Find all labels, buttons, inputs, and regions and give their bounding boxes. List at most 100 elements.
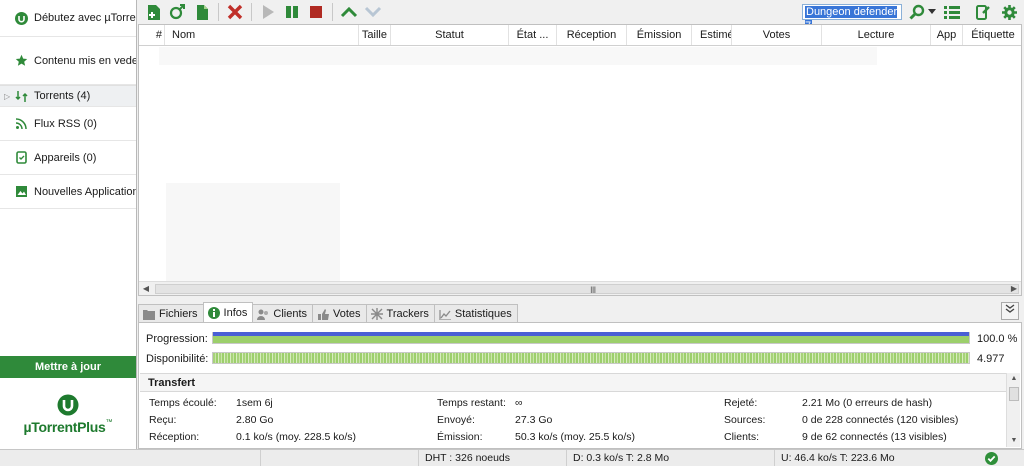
column-status[interactable]: Statut bbox=[391, 25, 509, 45]
stats-icon bbox=[438, 308, 451, 320]
info-panel: Progression: 100.0 % Disponibilité: 4.97… bbox=[138, 322, 1022, 449]
column-eta[interactable]: Estimé bbox=[692, 25, 732, 45]
stop-button[interactable] bbox=[304, 1, 328, 23]
scroll-right-icon[interactable]: ▶ bbox=[1007, 282, 1021, 296]
gear-icon bbox=[1001, 4, 1017, 20]
vertical-scrollbar[interactable]: ▲ ▼ bbox=[1006, 373, 1020, 447]
list-item[interactable] bbox=[159, 47, 877, 65]
files-icon bbox=[143, 308, 155, 320]
chevron-down-icon bbox=[928, 9, 936, 14]
search-button[interactable] bbox=[906, 1, 928, 23]
move-down-button[interactable] bbox=[361, 1, 385, 23]
stop-icon bbox=[310, 6, 322, 18]
toolbar: Dungeon defender 7 bbox=[138, 0, 1024, 32]
collapse-panel-button[interactable] bbox=[1001, 302, 1019, 320]
peers-icon bbox=[257, 308, 269, 320]
download-status[interactable]: D: 0.3 ko/s T: 2.8 Mo bbox=[566, 450, 774, 466]
toolbar-separator bbox=[251, 3, 252, 21]
start-icon bbox=[263, 5, 274, 19]
scroll-up-icon[interactable]: ▲ bbox=[1007, 373, 1021, 385]
tab-peers[interactable]: Clients bbox=[252, 304, 313, 323]
column-app[interactable]: App bbox=[931, 25, 963, 45]
trackers-icon bbox=[370, 308, 383, 320]
horizontal-scrollbar[interactable]: ◀ Ⅲ ▶ bbox=[139, 281, 1021, 295]
grip-icon: Ⅲ bbox=[590, 285, 597, 295]
start-button[interactable] bbox=[256, 1, 280, 23]
sidebar-item-torrents[interactable]: ▷ Torrents (4) bbox=[0, 85, 136, 107]
upload-value: 50.3 ko/s (moy. 25.5 ko/s) bbox=[515, 431, 636, 443]
remove-button[interactable] bbox=[223, 1, 247, 23]
progress-value: 100.0 % bbox=[977, 333, 1018, 345]
received-key: Reçu: bbox=[149, 414, 177, 426]
remaining-value: ∞ bbox=[515, 397, 523, 409]
column-name[interactable]: Nom bbox=[165, 25, 359, 45]
received-value: 2.80 Go bbox=[236, 414, 274, 426]
update-button[interactable]: Mettre à jour bbox=[0, 356, 136, 378]
sidebar: Débutez avec µTorrent Contenu mis en ved… bbox=[0, 0, 137, 466]
dht-status[interactable]: DHT : 326 noeuds bbox=[418, 450, 566, 466]
remove-icon bbox=[227, 4, 243, 20]
expand-arrow-icon[interactable]: ▷ bbox=[4, 92, 10, 101]
sent-key: Envoyé: bbox=[437, 414, 475, 426]
toolbar-separator bbox=[332, 3, 333, 21]
remote-button[interactable] bbox=[972, 1, 994, 23]
tab-label: Votes bbox=[333, 308, 361, 320]
sidebar-item-featured[interactable]: Contenu mis en vedette bbox=[0, 37, 136, 85]
search-dropdown[interactable] bbox=[926, 1, 938, 23]
elapsed-key: Temps écoulé: bbox=[149, 397, 217, 409]
sidebar-item-apps[interactable]: Nouvelles Applications bbox=[0, 175, 136, 209]
tab-statistics[interactable]: Statistiques bbox=[433, 304, 518, 323]
plus-brand-text: µTorrentPlus bbox=[23, 419, 106, 435]
availability-fill bbox=[213, 353, 969, 363]
column-state[interactable]: État ... bbox=[509, 25, 557, 45]
sidebar-item-devices[interactable]: Appareils (0) bbox=[0, 141, 136, 175]
move-up-button[interactable] bbox=[337, 1, 361, 23]
torrent-list[interactable]: # Nom Taille Statut État ... Réception É… bbox=[138, 24, 1022, 296]
sidebar-item-label: Flux RSS (0) bbox=[34, 117, 97, 130]
scroll-down-icon[interactable]: ▼ bbox=[1007, 435, 1021, 447]
column-upload[interactable]: Émission bbox=[627, 25, 692, 45]
list-header: # Nom Taille Statut État ... Réception É… bbox=[139, 25, 1021, 46]
column-playback[interactable]: Lecture bbox=[822, 25, 931, 45]
pause-button[interactable] bbox=[280, 1, 304, 23]
double-chevron-down-icon bbox=[1005, 304, 1015, 313]
scrollbar-thumb[interactable] bbox=[1009, 387, 1019, 401]
utorrent-plus-logo[interactable]: µTorrentPlus™ bbox=[0, 394, 136, 435]
settings-button[interactable] bbox=[998, 1, 1020, 23]
move-up-icon bbox=[340, 6, 358, 18]
column-label[interactable]: Étiquette bbox=[963, 25, 1023, 45]
remote-device-icon bbox=[976, 4, 990, 20]
tab-files[interactable]: Fichiers bbox=[138, 304, 204, 323]
list-item[interactable] bbox=[166, 183, 340, 281]
column-size[interactable]: Taille bbox=[359, 25, 391, 45]
scroll-left-icon[interactable]: ◀ bbox=[139, 282, 153, 296]
sidebar-item-label: Contenu mis en vedette bbox=[34, 54, 136, 67]
sidebar-item-rss[interactable]: Flux RSS (0) bbox=[0, 107, 136, 141]
column-votes[interactable]: Votes bbox=[732, 25, 822, 45]
tab-trackers[interactable]: Trackers bbox=[365, 304, 435, 323]
sidebar-item-getting-started[interactable]: Débutez avec µTorrent bbox=[0, 0, 136, 37]
upload-status[interactable]: U: 46.4 ko/s T: 223.6 Mo bbox=[774, 450, 978, 466]
add-torrent-button[interactable] bbox=[142, 1, 166, 23]
column-download[interactable]: Réception bbox=[557, 25, 627, 45]
wasted-key: Rejeté: bbox=[724, 397, 758, 409]
view-list-button[interactable] bbox=[941, 1, 963, 23]
create-torrent-button[interactable] bbox=[190, 1, 214, 23]
network-ok-icon[interactable] bbox=[985, 452, 998, 465]
utorrent-plus-logo-icon bbox=[57, 394, 79, 416]
wasted-value: 2.21 Mo (0 erreurs de hash) bbox=[802, 397, 933, 409]
column-number[interactable]: # bbox=[139, 25, 165, 45]
progress-bar bbox=[212, 332, 970, 344]
tab-label: Clients bbox=[273, 308, 307, 320]
votes-icon bbox=[317, 308, 329, 320]
add-url-button[interactable] bbox=[166, 1, 190, 23]
availability-label: Disponibilité: bbox=[146, 353, 209, 365]
list-view-icon bbox=[944, 5, 960, 19]
tab-votes[interactable]: Votes bbox=[312, 304, 367, 323]
search-input[interactable]: Dungeon defender 7 bbox=[802, 4, 902, 32]
transfer-section: Transfert Temps écoulé: 1sem 6j Reçu: 2.… bbox=[140, 373, 1006, 447]
detail-tabs: Fichiers Infos Clients Votes Trackers St… bbox=[138, 301, 518, 323]
tab-info[interactable]: Infos bbox=[202, 302, 254, 323]
scrollbar-thumb[interactable]: Ⅲ bbox=[155, 284, 1019, 295]
sidebar-item-label: Débutez avec µTorrent bbox=[34, 12, 136, 24]
